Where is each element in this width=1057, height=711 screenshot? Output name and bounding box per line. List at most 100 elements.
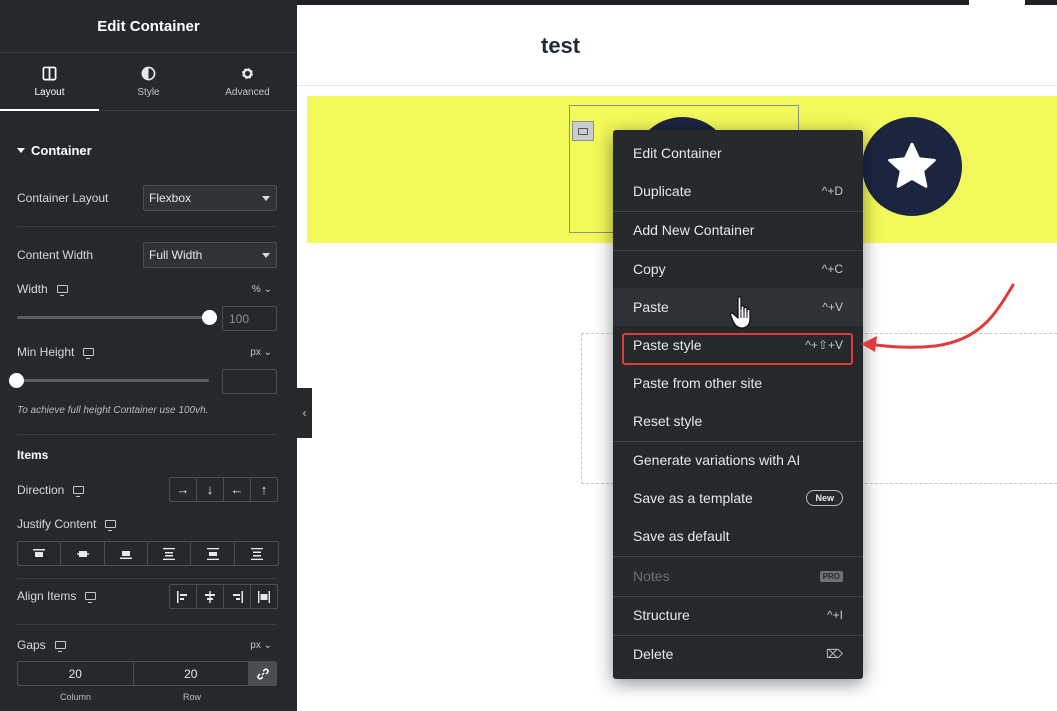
menu-item-duplicate[interactable]: Duplicate ^+D (613, 172, 863, 210)
caret-down-icon (17, 147, 25, 153)
align-end-button[interactable] (224, 585, 251, 608)
menu-item-save-as-template[interactable]: Save as a template New (613, 479, 863, 517)
collapse-panel-button[interactable]: ‹ (297, 388, 312, 438)
panel-tabs: Layout Style Advanced (0, 53, 297, 111)
link-values-button[interactable] (249, 662, 276, 685)
chevron-left-icon: ‹ (302, 406, 307, 420)
desktop-icon[interactable] (105, 520, 117, 531)
container-layout-label: Container Layout (17, 191, 109, 205)
chevron-down-icon (262, 253, 270, 258)
min-height-row: Min Height (17, 345, 277, 359)
menu-item-paste-from-other-site[interactable]: Paste from other site (613, 364, 863, 402)
align-stretch-button[interactable] (251, 585, 277, 608)
star-icon (888, 142, 936, 188)
menu-item-delete[interactable]: Delete ⌦ (613, 635, 863, 673)
min-height-unit: px (250, 347, 261, 358)
menu-item-label: Notes (633, 568, 670, 584)
justify-space-around-button[interactable] (191, 542, 235, 565)
menu-item-label: Duplicate (633, 183, 692, 199)
menu-item-label: Save as default (633, 528, 730, 544)
direction-row-button[interactable]: → (170, 478, 197, 501)
menu-item-edit-container[interactable]: Edit Container (613, 134, 863, 172)
menu-item-copy[interactable]: Copy ^+C (613, 250, 863, 288)
min-height-slider-track[interactable] (17, 379, 209, 382)
paste-style-highlight (622, 333, 853, 365)
tab-label: Advanced (225, 86, 270, 98)
menu-item-label: Paste from other site (633, 375, 763, 391)
menu-item-structure[interactable]: Structure ^+I (613, 596, 863, 634)
menu-item-generate-variations-ai[interactable]: Generate variations with AI (613, 441, 863, 479)
menu-item-reset-style[interactable]: Reset style (613, 402, 863, 440)
justify-end-icon (120, 550, 132, 559)
align-end-icon (233, 590, 243, 603)
context-menu: Edit Container Duplicate ^+D Add New Cont… (613, 130, 863, 679)
content-width-value: Full Width (149, 248, 203, 262)
desktop-icon[interactable] (56, 285, 68, 296)
min-height-label: Min Height (17, 345, 75, 359)
justify-space-evenly-icon (250, 547, 263, 560)
top-bar-tab (969, 0, 1025, 5)
chevron-down-icon (262, 196, 270, 201)
menu-item-shortcut: ^+V (822, 300, 843, 314)
section-container-toggle[interactable]: Container (0, 111, 297, 189)
direction-column-reverse-button[interactable]: ↑ (251, 478, 277, 501)
desktop-icon[interactable] (54, 641, 66, 652)
desktop-icon[interactable] (85, 592, 97, 603)
gaps-row: Gaps (17, 638, 277, 652)
panel-header: Edit Container (0, 0, 297, 53)
min-height-slider-knob[interactable] (9, 373, 24, 388)
justify-end-button[interactable] (105, 542, 148, 565)
width-value: 100 (229, 311, 250, 326)
menu-item-shortcut: ^+I (827, 608, 843, 622)
width-input[interactable]: 100 (222, 306, 277, 331)
menu-item-label: Copy (633, 261, 666, 277)
divider (17, 226, 277, 227)
container-icon (578, 127, 588, 135)
half-circle-icon (141, 66, 156, 80)
justify-space-between-button[interactable] (148, 542, 191, 565)
divider (17, 578, 277, 579)
desktop-icon[interactable] (73, 486, 85, 497)
star-icon-circle[interactable] (862, 117, 962, 216)
align-start-button[interactable] (170, 585, 197, 608)
menu-item-add-new-container[interactable]: Add New Container (613, 211, 863, 249)
justify-space-between-icon (163, 547, 175, 560)
gap-column-input[interactable]: 20 (18, 662, 134, 685)
direction-column-button[interactable]: ↓ (197, 478, 224, 501)
menu-item-save-as-default[interactable]: Save as default (613, 517, 863, 555)
gap-column-label: Column (60, 692, 92, 702)
tab-style[interactable]: Style (99, 53, 198, 110)
width-unit-select[interactable]: % ⌄ (252, 284, 272, 295)
canvas-top-bar (297, 0, 1057, 5)
direction-buttons: → ↓ ← ↑ (169, 477, 278, 502)
gap-row-label: Row (183, 692, 202, 702)
gap-row-input[interactable]: 20 (134, 662, 249, 685)
justify-content-row: Justify Content (17, 517, 277, 531)
menu-item-label: Edit Container (633, 145, 722, 161)
desktop-icon[interactable] (83, 348, 95, 359)
menu-item-notes: Notes PRO (613, 557, 863, 595)
gear-icon (242, 67, 253, 79)
width-slider-knob[interactable] (202, 310, 217, 325)
justify-start-button[interactable] (18, 542, 61, 565)
gaps-unit-select[interactable]: px ⌄ (250, 640, 272, 651)
direction-row-reverse-button[interactable]: ← (224, 478, 251, 501)
align-center-button[interactable] (197, 585, 224, 608)
min-height-unit-select[interactable]: px ⌄ (250, 347, 272, 358)
container-layout-select[interactable]: Flexbox (143, 185, 277, 211)
menu-item-label: Generate variations with AI (633, 452, 801, 468)
tab-advanced[interactable]: Advanced (198, 53, 297, 110)
menu-item-label: Paste (633, 299, 669, 315)
menu-item-shortcut: ^+C (821, 262, 843, 276)
tab-label: Layout (34, 86, 65, 98)
min-height-input[interactable] (222, 369, 277, 394)
justify-space-evenly-button[interactable] (235, 542, 278, 565)
page-title: test (541, 33, 581, 58)
justify-center-button[interactable] (61, 542, 105, 565)
container-handle[interactable] (572, 121, 594, 141)
editor-panel: Edit Container Layout Style Advanced Con… (0, 0, 297, 711)
width-slider-track[interactable] (17, 316, 209, 319)
tab-layout[interactable]: Layout (0, 53, 99, 111)
content-width-select[interactable]: Full Width (143, 242, 277, 268)
section-title: Container (31, 142, 92, 158)
